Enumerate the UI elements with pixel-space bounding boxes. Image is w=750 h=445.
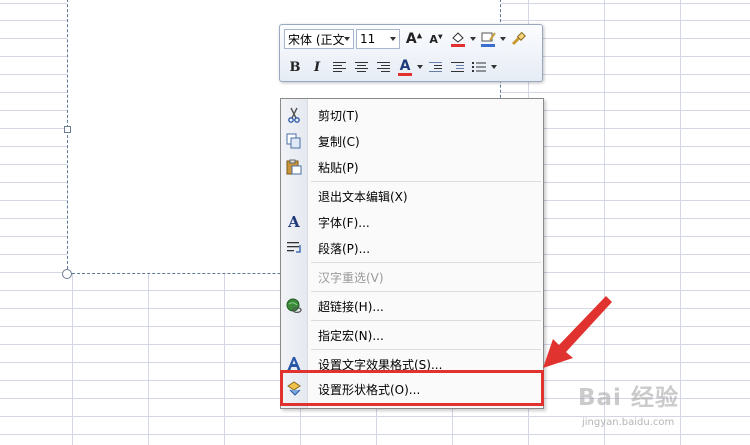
fill-color-dropdown[interactable]	[469, 28, 477, 50]
font-color-button[interactable]: A	[394, 56, 416, 78]
menu-item-exit-text-edit[interactable]: 退出文本编辑(X)	[281, 184, 543, 208]
paragraph-icon	[281, 241, 307, 255]
menu-separator	[311, 349, 541, 350]
bold-button[interactable]: B	[284, 56, 306, 78]
line-color-icon	[481, 32, 496, 47]
menu-item-assign-macro[interactable]: 指定宏(N)...	[281, 323, 543, 347]
italic-button[interactable]: I	[306, 56, 328, 78]
menu-separator	[311, 320, 541, 321]
menu-item-label: 剪切(T)	[318, 108, 359, 123]
grow-font-icon: A▲	[405, 31, 423, 47]
align-left-button[interactable]	[328, 56, 350, 78]
menu-item-label: 退出文本编辑(X)	[318, 189, 408, 204]
format-painter-icon	[511, 31, 526, 46]
format-painter-button[interactable]	[507, 28, 529, 50]
menu-item-label: 段落(P)...	[318, 241, 371, 256]
line-color-dropdown[interactable]	[499, 28, 507, 50]
copy-icon	[281, 133, 307, 149]
menu-separator	[311, 291, 541, 292]
bullets-dropdown[interactable]	[490, 56, 498, 78]
align-right-button[interactable]	[372, 56, 394, 78]
increase-indent-icon	[450, 62, 464, 72]
highlight-box	[280, 370, 544, 406]
paste-icon	[281, 159, 307, 175]
menu-item-font[interactable]: A 字体(F)...	[281, 210, 543, 234]
fill-color-button[interactable]	[447, 28, 469, 50]
decrease-indent-button[interactable]	[424, 56, 446, 78]
menu-item-paste[interactable]: 粘贴(P)	[281, 155, 543, 179]
menu-item-label: 复制(C)	[318, 134, 360, 149]
font-icon: A	[288, 213, 300, 231]
chevron-down-icon[interactable]	[390, 37, 396, 41]
font-name-value: 宋体 (正文	[288, 32, 344, 47]
align-center-button[interactable]	[350, 56, 372, 78]
menu-item-cut[interactable]: 剪切(T)	[281, 103, 543, 127]
menu-item-label: 字体(F)...	[318, 215, 370, 230]
font-color-swatch	[398, 72, 412, 76]
mini-toolbar-row-1: 宋体 (正文 11 A▲ A▼	[284, 28, 529, 50]
hyperlink-icon	[281, 298, 307, 314]
align-center-icon	[354, 62, 368, 72]
menu-item-label: 汉字重选(V)	[318, 270, 384, 285]
align-left-icon	[332, 62, 346, 72]
shrink-font-icon: A▼	[429, 32, 443, 46]
menu-item-reselect-chinese: 汉字重选(V)	[281, 265, 543, 289]
context-menu: 剪切(T) 复制(C) 粘贴(P) 退出文本编辑(X) A 字体(F)... 段…	[280, 98, 544, 409]
menu-item-hyperlink[interactable]: 超链接(H)...	[281, 294, 543, 318]
watermark-url: jingyan.baidu.com	[582, 417, 675, 428]
font-color-dropdown[interactable]	[416, 56, 424, 78]
resize-handle-left[interactable]	[64, 126, 71, 133]
menu-item-paragraph[interactable]: 段落(P)...	[281, 236, 543, 260]
line-color-button[interactable]	[477, 28, 499, 50]
font-name-combo[interactable]: 宋体 (正文	[284, 29, 354, 49]
mini-toolbar-row-2: B I A	[284, 56, 498, 78]
align-right-icon	[376, 62, 390, 72]
chevron-down-icon[interactable]	[344, 37, 350, 41]
menu-separator	[311, 181, 541, 182]
menu-item-copy[interactable]: 复制(C)	[281, 129, 543, 153]
watermark-brand: Bai 经验	[578, 385, 679, 411]
decrease-indent-icon	[428, 62, 442, 72]
mini-toolbar: 宋体 (正文 11 A▲ A▼ B I A	[279, 24, 543, 82]
increase-indent-button[interactable]	[446, 56, 468, 78]
bullets-icon	[472, 62, 486, 72]
font-size-combo[interactable]: 11	[356, 29, 400, 49]
grow-font-button[interactable]: A▲	[403, 28, 425, 50]
font-color-icon: A	[399, 57, 411, 74]
font-size-value: 11	[360, 32, 376, 46]
menu-separator	[311, 262, 541, 263]
scissors-icon	[281, 107, 307, 123]
menu-item-label: 超链接(H)...	[318, 299, 384, 314]
bullets-button[interactable]	[468, 56, 490, 78]
resize-handle-bottom-left[interactable]	[62, 269, 72, 279]
shrink-font-button[interactable]: A▼	[425, 28, 447, 50]
menu-item-label: 指定宏(N)...	[318, 328, 384, 343]
fill-color-icon	[451, 32, 465, 47]
menu-item-label: 粘贴(P)	[318, 160, 359, 175]
